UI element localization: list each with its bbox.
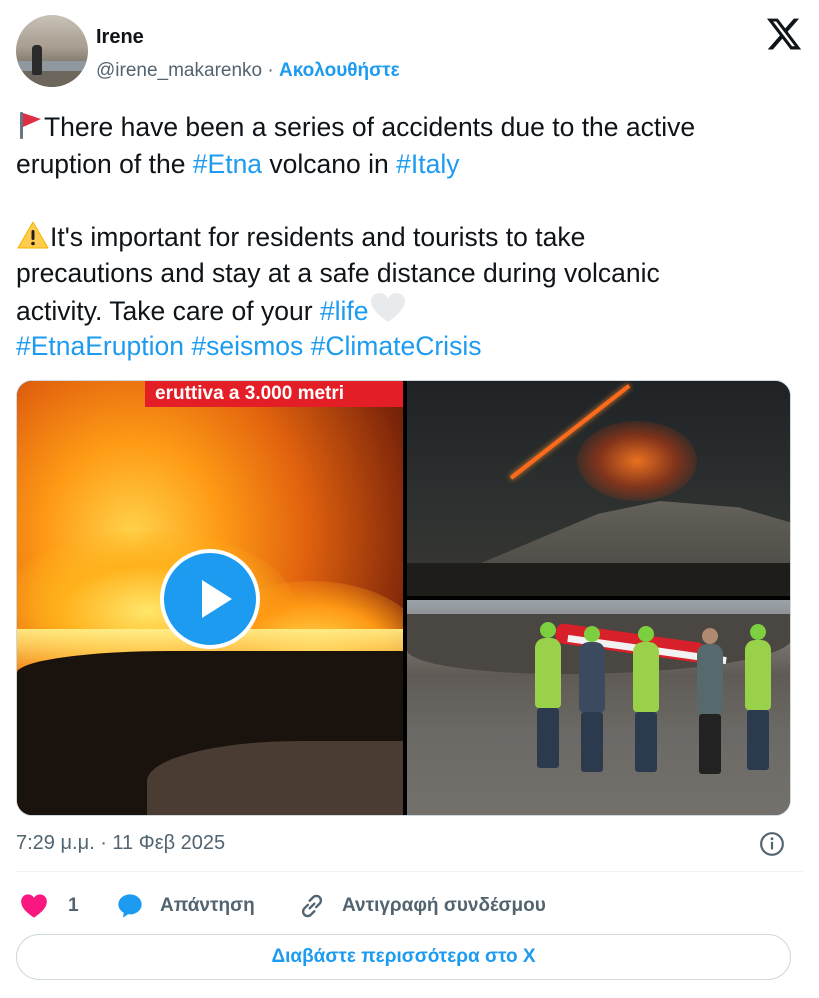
heart-icon xyxy=(21,894,47,918)
rescuer-figure xyxy=(697,628,723,774)
media-grid: eruttiva a 3.000 metri xyxy=(16,380,791,816)
rescuer-head xyxy=(702,628,718,644)
video-thumbnail[interactable]: eruttiva a 3.000 metri xyxy=(17,381,403,815)
tweet-line-2-text-b: volcano in xyxy=(262,148,397,179)
lava-glow xyxy=(577,421,697,501)
author-name[interactable]: Irene xyxy=(96,26,144,49)
rescuer-head xyxy=(638,626,654,642)
rescuer-figure xyxy=(579,626,605,772)
rescuer-legs xyxy=(747,710,769,770)
avatar[interactable] xyxy=(16,15,88,87)
tweet-line-4: It's important for residents and tourist… xyxy=(16,219,803,256)
author-handle[interactable]: @irene_makarenko xyxy=(96,60,262,81)
copy-link-button[interactable]: Αντιγραφή συνδέσμου xyxy=(298,888,546,924)
tweet-line-6: activity. Take care of your #life xyxy=(16,292,803,329)
rescuer-head xyxy=(750,624,766,640)
tweet-text: There have been a series of accidents du… xyxy=(16,109,803,365)
x-logo-icon[interactable] xyxy=(765,15,803,53)
red-flag-emoji xyxy=(20,112,41,139)
like-count: 1 xyxy=(68,895,79,916)
rescuer-legs xyxy=(537,708,559,768)
tweet-actions: 1 Απάντηση Αντιγραφή συνδέσμου xyxy=(16,888,803,924)
image-volcano-eruption[interactable] xyxy=(407,381,790,596)
avatar-person xyxy=(32,45,42,75)
tweet-meta: 7:29 μ.μ. · 11 Φεβ 2025 xyxy=(16,832,803,858)
hashtag-seismos[interactable]: #seismos xyxy=(191,331,303,361)
rescuer-head xyxy=(540,622,556,638)
tweet-line-4-text: It's important for residents and tourist… xyxy=(50,221,586,252)
rescuer-legs xyxy=(635,712,657,772)
copy-link-label: Αντιγραφή συνδέσμου xyxy=(342,895,546,916)
tweet-line-1: There have been a series of accidents du… xyxy=(16,109,803,146)
reply-button[interactable]: Απάντηση xyxy=(116,888,255,924)
link-icon xyxy=(301,894,323,918)
info-icon[interactable] xyxy=(759,831,785,857)
handle-separator: · xyxy=(267,60,274,81)
hashtag-etnaeruption[interactable]: #EtnaEruption xyxy=(16,331,184,361)
volcano-ground xyxy=(407,563,790,596)
tweet-line-7: #EtnaEruption #seismos #ClimateCrisis xyxy=(16,328,803,365)
tweet-line-6-text: activity. Take care of your xyxy=(16,295,320,326)
follow-button[interactable]: Ακολουθήστε xyxy=(279,60,400,81)
warning-emoji xyxy=(17,221,49,248)
timestamp[interactable]: 7:29 μ.μ. · 11 Φεβ 2025 xyxy=(16,832,225,855)
video-banner: eruttiva a 3.000 metri xyxy=(145,381,403,407)
play-icon[interactable] xyxy=(160,549,260,649)
rescuer-figure xyxy=(633,626,659,772)
tweet-line-2: eruption of the #Etna volcano in #Italy xyxy=(16,146,803,183)
read-more-button[interactable]: Διαβάστε περισσότερα στο X xyxy=(16,934,791,980)
hashtag-italy[interactable]: #Italy xyxy=(396,149,459,179)
hashtag-etna[interactable]: #Etna xyxy=(193,149,262,179)
divider xyxy=(16,871,803,872)
rescuer-legs xyxy=(581,712,603,772)
tweet-line-5: precautions and stay at a safe distance … xyxy=(16,258,660,288)
tweet-line-2-text-a: eruption of the xyxy=(16,148,193,179)
reply-label: Απάντηση xyxy=(160,895,255,916)
avatar-beach xyxy=(16,71,88,87)
tweet-header: Irene @irene_makarenko · Ακολουθήστε xyxy=(16,15,803,89)
hashtag-life[interactable]: #life xyxy=(320,296,369,326)
rescuer-legs xyxy=(699,714,721,774)
tweet-line-1-text: There have been a series of accidents du… xyxy=(44,112,696,142)
like-button[interactable]: 1 xyxy=(20,888,79,924)
avatar-sea xyxy=(16,61,88,71)
play-triangle xyxy=(202,580,232,618)
rescuer-figure xyxy=(745,624,771,770)
rescuer-head xyxy=(584,626,600,642)
hashtag-climatecrisis[interactable]: #ClimateCrisis xyxy=(311,331,482,361)
rescuer-figure xyxy=(535,622,561,768)
white-heart-emoji xyxy=(370,292,405,322)
reply-icon xyxy=(118,894,142,918)
image-rescue-team[interactable] xyxy=(407,600,790,815)
handle-row: @irene_makarenko · Ακολουθήστε xyxy=(96,60,400,82)
